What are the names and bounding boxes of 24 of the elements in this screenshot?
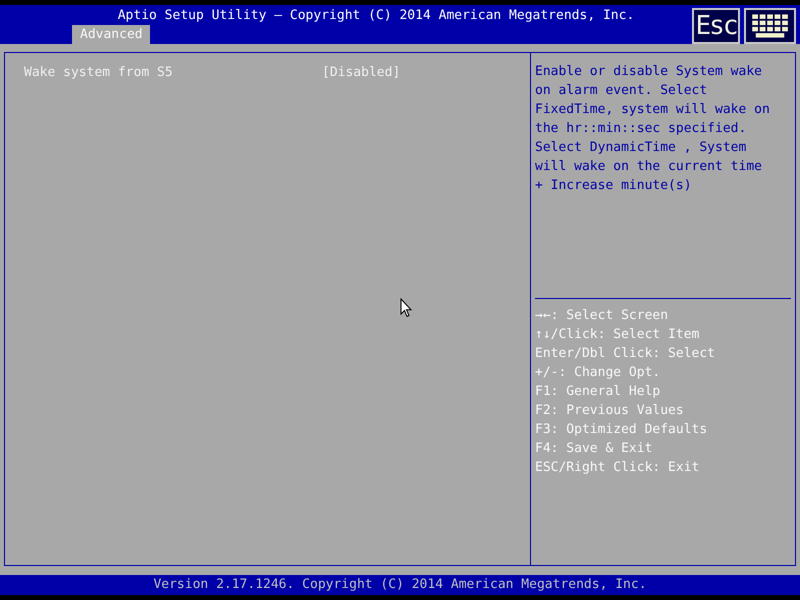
key-help-text: ESC/Right Click: Exit: [535, 459, 700, 477]
key-help-text: ↑↓/Click: Select Item: [535, 326, 700, 344]
key-help-text: F4: Save & Exit: [535, 440, 654, 458]
key-help-text: →←: Select Screen: [535, 307, 670, 325]
mouse-cursor-icon: [400, 298, 412, 318]
help-text: Enable or disable System wake: [535, 63, 763, 81]
help-text: will wake on the current time: [535, 158, 763, 176]
key-help-text: F3: Optimized Defaults: [535, 421, 708, 439]
setting-label[interactable]: Wake system from S5: [24, 63, 322, 82]
help-text: + Increase minute(s): [535, 177, 693, 195]
help-text: on alarm event. Select: [535, 82, 708, 100]
key-help-text: +/-: Change Opt.: [535, 364, 662, 382]
setting-value[interactable]: [Disabled]: [322, 63, 400, 82]
window-title: Aptio Setup Utility – Copyright (C) 2014 American Megatrends, Inc.: [116, 9, 636, 23]
key-help-text: F1: General Help: [535, 383, 662, 401]
keyboard-icon[interactable]: [744, 8, 796, 44]
help-text: FixedTime, system will wake on: [535, 101, 771, 119]
help-text: Select DynamicTime , System: [535, 139, 748, 157]
esc-button[interactable]: Esc: [692, 8, 740, 44]
key-help-text: Enter/Dbl Click: Select: [535, 345, 716, 363]
key-help-text: F2: Previous Values: [535, 402, 685, 420]
version-footer: Version 2.17.1246. Copyright (C) 2014 American Megatrends, Inc.: [0, 575, 800, 595]
tab[interactable]: Advanced: [72, 25, 150, 44]
help-text: the hr::min::sec specified.: [535, 120, 748, 138]
